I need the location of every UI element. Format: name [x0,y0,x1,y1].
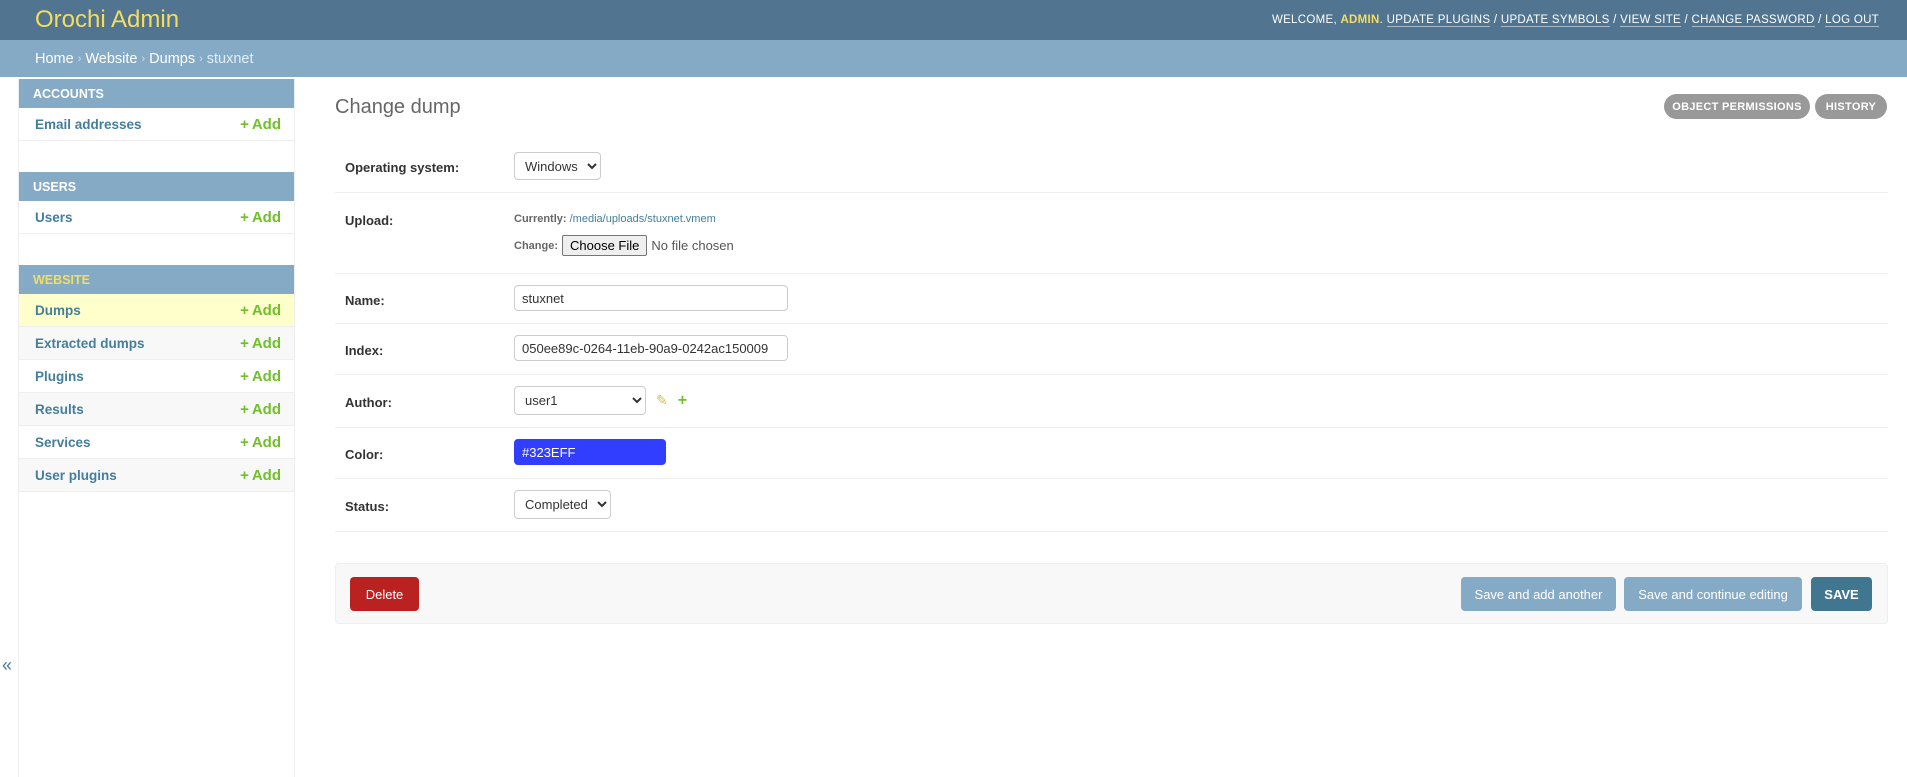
username: admin [1340,14,1380,26]
plus-icon: + [240,115,249,133]
plus-icon: + [240,400,249,418]
save-button[interactable]: SAVE [1811,577,1872,611]
status-select[interactable]: Completed [514,490,611,519]
index-label: Index: [345,343,384,358]
sidebar: Accounts Email addresses + Add Users Users… [18,79,295,777]
plus-icon: + [240,466,249,484]
sidebar-item-email-addresses[interactable]: Email addresses + Add [19,108,294,141]
user-tools: Welcome, admin. Update plugins / Update … [1271,14,1879,27]
breadcrumb-website[interactable]: Website [85,51,137,67]
plus-icon: + [240,367,249,385]
sidebar-item-results[interactable]: Results + Add [19,393,294,426]
current-file-link[interactable]: /media/uploads/stuxnet.vmem [570,213,716,225]
sidebar-item-dumps[interactable]: Dumps + Add [19,294,294,327]
delete-button[interactable]: Delete [350,577,419,611]
module-accounts[interactable]: Accounts [19,79,294,108]
choose-file-button[interactable]: Choose File [562,235,648,256]
plus-icon: + [240,334,249,352]
sidebar-item-user-plugins[interactable]: User plugins + Add [19,459,294,492]
breadcrumb-current: stuxnet [206,50,254,67]
author-label: Author: [345,395,392,410]
plus-icon: + [240,301,249,319]
plus-icon[interactable]: + [678,392,687,410]
breadcrumb-dumps[interactable]: Dumps [149,51,195,67]
welcome-text: Welcome, [1271,14,1341,26]
sidebar-item-plugins[interactable]: Plugins + Add [19,360,294,393]
site-title[interactable]: Orochi Admin [35,6,179,34]
sidebar-item-users[interactable]: Users + Add [19,201,294,234]
module-users[interactable]: Users [19,172,294,201]
index-input[interactable]: 050ee89c-0264-11eb-90a9-0242ac150009 [514,335,788,361]
color-label: Color: [345,447,384,462]
color-input[interactable]: #323EFF [514,439,666,465]
add-link[interactable]: + Add [240,209,284,226]
name-input[interactable]: stuxnet [514,285,788,311]
author-select[interactable]: user1 [514,386,646,415]
breadcrumb-home[interactable]: Home [35,51,74,67]
os-label: Operating system: [345,160,460,175]
submit-row: Delete Save and add another Save and con… [335,563,1888,624]
module-website[interactable]: Website [19,265,294,294]
sidebar-item-services[interactable]: Services + Add [19,426,294,459]
save-and-continue-button[interactable]: Save and continue editing [1624,577,1802,611]
logout-link[interactable]: Log out [1825,14,1879,27]
add-link[interactable]: + Add [240,368,284,385]
change-password-link[interactable]: Change password [1691,14,1815,27]
header: Orochi Admin Welcome, admin. Update plug… [0,0,1907,40]
toggle-sidebar-button[interactable]: « [2,655,12,676]
update-symbols-link[interactable]: Update symbols [1500,14,1610,27]
page-title: Change dump [335,96,461,118]
add-link[interactable]: + Add [240,335,284,352]
upload-label: Upload: [345,213,394,228]
status-label: Status: [345,499,390,514]
add-link[interactable]: + Add [240,434,284,451]
breadcrumb: Home › Website › Dumps › stuxnet [0,40,1907,77]
add-link[interactable]: + Add [240,116,284,133]
update-plugins-link[interactable]: Update plugins [1386,14,1491,27]
plus-icon: + [240,433,249,451]
save-and-add-another-button[interactable]: Save and add another [1461,577,1616,611]
add-link[interactable]: + Add [240,401,284,418]
os-select[interactable]: Windows [514,152,601,180]
history-button[interactable]: History [1815,94,1887,119]
change-form: Operating system: Windows Upload: Curren… [335,140,1888,532]
pencil-icon[interactable]: ✎ [656,392,668,409]
no-file-text: No file chosen [651,238,734,253]
sidebar-item-extracted-dumps[interactable]: Extracted dumps + Add [19,327,294,360]
name-label: Name: [345,293,385,308]
add-link[interactable]: + Add [240,467,284,484]
object-permissions-button[interactable]: Object permissions [1664,94,1810,119]
view-site-link[interactable]: View site [1620,14,1681,27]
add-link[interactable]: + Add [240,302,284,319]
plus-icon: + [240,208,249,226]
